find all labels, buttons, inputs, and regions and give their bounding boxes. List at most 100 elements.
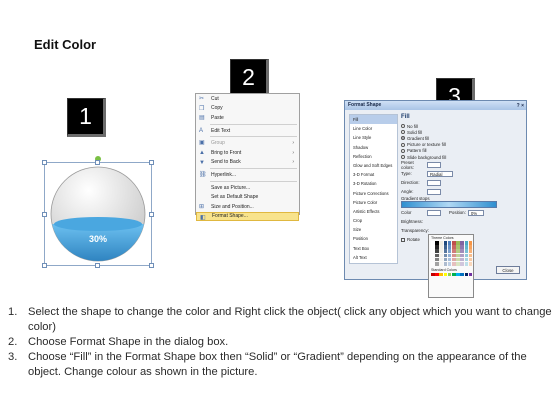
color-swatch[interactable] [451,245,456,249]
color-swatch[interactable] [451,272,456,277]
direction-dropdown[interactable] [427,179,441,186]
color-swatch[interactable] [456,245,460,249]
color-swatch[interactable] [439,249,443,253]
menu-item-cut[interactable]: ✂ Cut [196,94,299,104]
color-swatch[interactable] [443,272,448,277]
color-swatch[interactable] [439,261,443,266]
color-swatch[interactable] [447,245,452,249]
color-swatch[interactable] [468,272,473,277]
color-swatch[interactable] [456,253,460,258]
category-item[interactable]: Position [350,234,397,243]
color-swatch[interactable] [456,249,460,253]
color-picker-button[interactable] [427,209,441,216]
color-swatch[interactable] [468,241,473,245]
color-swatch[interactable] [464,249,469,253]
color-swatch[interactable] [439,272,443,277]
selected-sphere-shape[interactable]: 30% [42,156,154,268]
color-swatch[interactable] [443,245,448,249]
color-swatch[interactable] [460,241,464,245]
color-swatch[interactable] [443,261,448,266]
resize-handle[interactable] [95,263,100,268]
category-item[interactable]: Size [350,225,397,234]
color-swatch[interactable] [435,261,439,266]
resize-handle[interactable] [95,160,100,165]
resize-handle[interactable] [42,160,47,165]
color-swatch[interactable] [468,257,473,262]
category-item-fill[interactable]: Fill [350,115,397,125]
color-swatch[interactable] [456,257,460,262]
color-swatch[interactable] [431,253,435,258]
resize-handle[interactable] [149,160,154,165]
color-swatch[interactable] [464,253,469,258]
color-swatch[interactable] [451,241,456,245]
gradient-stops-bar[interactable] [401,201,497,209]
category-item[interactable]: Artistic Effects [350,207,397,216]
color-swatch[interactable] [460,249,464,253]
color-swatch[interactable] [431,249,435,253]
close-button[interactable]: Close [496,266,520,274]
menu-item-format-shape[interactable]: ◧ Format Shape... [196,211,299,222]
color-swatch[interactable] [468,253,473,258]
color-swatch[interactable] [439,253,443,258]
color-swatch[interactable] [431,272,435,277]
category-item[interactable]: Glow and Soft Edges [350,161,397,170]
category-item[interactable]: Picture Corrections [350,189,397,198]
category-item[interactable]: Reflection [350,152,397,161]
standard-colors-grid[interactable] [431,272,473,277]
color-swatch[interactable] [447,257,452,262]
color-swatch[interactable] [435,272,439,277]
resize-handle[interactable] [42,263,47,268]
menu-item-paste[interactable]: ▤ Paste [196,113,299,123]
position-input[interactable]: 0% [467,209,484,216]
category-item[interactable]: Line Color [350,124,397,133]
color-swatch[interactable] [464,272,469,277]
color-swatch[interactable] [435,245,439,249]
angle-input[interactable] [427,188,441,195]
color-swatch[interactable] [443,253,448,258]
category-item[interactable]: Picture Color [350,198,397,207]
color-swatch[interactable] [443,241,448,245]
category-item[interactable]: Alt Text [350,253,397,262]
color-swatch[interactable] [464,245,469,249]
theme-colors-grid[interactable] [431,241,473,266]
color-swatch[interactable] [460,261,464,266]
color-swatch[interactable] [435,249,439,253]
color-swatch[interactable] [439,241,443,245]
rotate-checkbox[interactable] [401,237,405,242]
color-swatch[interactable] [431,245,435,249]
category-item[interactable]: 3-D Rotation [350,179,397,188]
color-swatch[interactable] [456,261,460,266]
menu-item-edit-text[interactable]: A Edit Text [196,126,299,136]
close-icon[interactable]: ? × [517,102,524,111]
color-swatch[interactable] [464,241,469,245]
color-swatch[interactable] [460,272,464,277]
resize-handle[interactable] [149,212,154,217]
menu-item-copy[interactable]: ❐ Copy [196,104,299,114]
color-swatch[interactable] [431,261,435,266]
color-swatch[interactable] [431,241,435,245]
color-swatch[interactable] [443,249,448,253]
color-swatch[interactable] [451,253,456,258]
category-item[interactable]: 3-D Format [350,170,397,179]
menu-item-group[interactable]: ▣ Group › [196,138,299,148]
color-swatch[interactable] [460,257,464,262]
color-swatch[interactable] [451,261,456,266]
color-swatch[interactable] [447,253,452,258]
menu-item-set-default-shape[interactable]: Set as Default Shape [196,192,299,202]
color-swatch[interactable] [468,245,473,249]
color-swatch[interactable] [451,257,456,262]
color-swatch[interactable] [435,253,439,258]
category-item[interactable]: Line Style [350,133,397,142]
category-item[interactable]: Shadow [350,143,397,152]
category-item[interactable]: Crop [350,216,397,225]
menu-item-size-position[interactable]: ⊞ Size and Position... [196,202,299,212]
color-swatch[interactable] [456,272,460,277]
color-swatch[interactable] [447,249,452,253]
category-item[interactable]: Text Box [350,244,397,253]
menu-item-send-to-back[interactable]: ▼ Send to Back › [196,158,299,168]
menu-item-bring-to-front[interactable]: ▲ Bring to Front › [196,148,299,158]
type-dropdown[interactable]: Radial [427,170,453,177]
color-swatch[interactable] [447,261,452,266]
preset-colors-dropdown[interactable] [427,161,441,168]
menu-item-save-as-picture[interactable]: Save as Picture... [196,183,299,193]
